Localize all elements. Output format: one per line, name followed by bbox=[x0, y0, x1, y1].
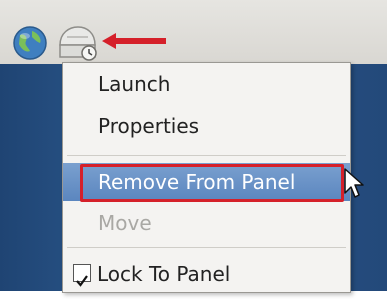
checkmark-icon bbox=[76, 275, 88, 287]
menu-item-properties[interactable]: Properties bbox=[63, 109, 350, 143]
menu-item-label: Lock To Panel bbox=[97, 262, 231, 286]
menu-separator bbox=[67, 247, 346, 248]
context-menu: Launch Properties Remove From Panel Move… bbox=[62, 62, 351, 293]
globe-icon[interactable] bbox=[12, 25, 48, 61]
mouse-cursor-icon bbox=[344, 168, 364, 198]
menu-item-launch[interactable]: Launch bbox=[63, 67, 350, 101]
menu-separator bbox=[67, 155, 346, 156]
menu-item-remove-from-panel[interactable]: Remove From Panel bbox=[63, 163, 350, 202]
menu-item-label: Launch bbox=[98, 72, 171, 96]
red-arrow-icon bbox=[102, 33, 166, 49]
launcher-icon[interactable] bbox=[55, 23, 101, 63]
menu-item-lock-to-panel[interactable]: Lock To Panel bbox=[63, 257, 350, 291]
menu-item-label: Remove From Panel bbox=[98, 170, 296, 194]
menu-item-move: Move bbox=[63, 206, 350, 240]
menu-item-label: Properties bbox=[98, 114, 200, 138]
menu-item-label: Move bbox=[98, 211, 152, 235]
checkbox[interactable] bbox=[73, 264, 91, 287]
